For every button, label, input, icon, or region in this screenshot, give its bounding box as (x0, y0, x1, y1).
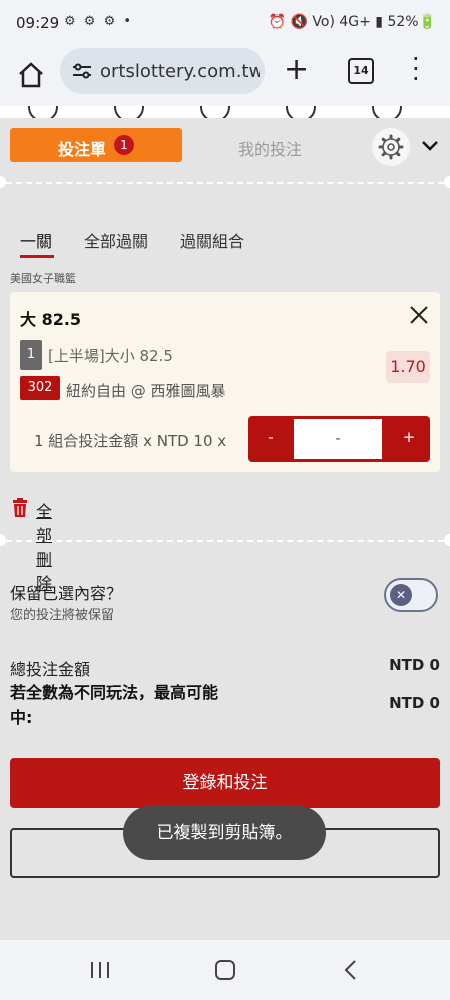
site-settings-icon[interactable] (72, 63, 92, 79)
tab-parlay-combo[interactable]: 過關組合 (180, 228, 244, 252)
stake-increase-button[interactable]: + (394, 428, 424, 446)
tab-all-parlay[interactable]: 全部過關 (84, 228, 148, 252)
bet-card: 大 82.5 1 [上半場]大小 82.5 1.70 302 紐約自由 @ 西雅… (10, 292, 440, 472)
trash-icon (13, 498, 27, 517)
keep-selections-subtitle: 您的投注將被保留 (10, 608, 115, 623)
max-win-label: 若全數為不同玩法，最高可能中: (10, 683, 219, 727)
divider-notch (444, 176, 450, 188)
dashed-divider (6, 540, 444, 542)
bet-slip-label: 投注單 (58, 140, 107, 159)
new-tab-icon[interactable]: + (284, 52, 309, 87)
tab-my-bets[interactable]: 我的投注 (238, 136, 302, 160)
market-name: [上半場]大小 82.5 (48, 347, 173, 365)
login-and-bet-button[interactable]: 登錄和投注 (10, 758, 440, 808)
recent-apps-icon[interactable] (88, 960, 112, 980)
url-text[interactable]: ortslottery.com.tw (100, 61, 260, 82)
system-nav-bar (0, 940, 450, 1000)
league-name: 美國女子職籃 (10, 272, 76, 285)
status-bar: 09:29 ⚙ ⚙ ⚙ • ⏰ 🔇 Vo) 4G+ ▮ 52%🔋 (0, 0, 450, 48)
dashed-divider (6, 182, 444, 184)
bet-count-badge: 1 (114, 135, 134, 155)
total-stake-label: 總投注金額 (10, 660, 91, 679)
overflow-menu-icon[interactable]: · · · (412, 47, 420, 91)
keep-selections-toggle[interactable]: ✕ (384, 578, 438, 612)
divider-notch (444, 534, 450, 546)
selection-title: 大 82.5 (20, 310, 82, 329)
tab-bet-slip[interactable]: 投注單 1 (10, 128, 182, 162)
gear-icon (378, 134, 404, 160)
tab-single[interactable]: 一關 (20, 228, 52, 252)
stake-label: 1 組合投注金額 x NTD 10 x (34, 432, 227, 450)
toggle-off-icon: ✕ (390, 584, 412, 606)
close-icon[interactable] (408, 304, 430, 326)
leg-number: 1 (20, 340, 42, 370)
total-stake-value: NTD 0 (389, 656, 440, 674)
active-tab-indicator (20, 255, 54, 258)
bet-slip-header: 投注單 1 我的投注 (0, 118, 450, 172)
odds-badge: 1.70 (386, 351, 430, 383)
system-indicators: ⏰ 🔇 Vo) 4G+ ▮ 52%🔋 (268, 14, 436, 30)
chevron-down-icon[interactable] (420, 136, 440, 156)
clock: 09:29 (16, 14, 60, 32)
stake-stepper: - - + (248, 416, 430, 462)
home-button-icon[interactable] (214, 959, 236, 981)
notification-icons: ⚙ ⚙ ⚙ • (64, 14, 134, 29)
tab-count-button[interactable]: 14 (348, 58, 374, 84)
match-code: 302 (20, 376, 60, 400)
stake-input[interactable]: - (294, 419, 382, 459)
settings-button[interactable] (372, 128, 410, 166)
back-icon[interactable] (342, 959, 358, 981)
stake-decrease-button[interactable]: - (256, 428, 286, 446)
keep-selections-question: 保留已選內容？ (10, 584, 123, 603)
toast-message: 已複製到剪貼簿。 (123, 806, 326, 860)
max-win-value: NTD 0 (389, 694, 440, 712)
match-name: 紐約自由 @ 西雅圖風暴 (66, 382, 226, 400)
home-icon[interactable] (16, 60, 46, 90)
browser-toolbar: ortslottery.com.tw + 14 · · · (0, 47, 450, 106)
